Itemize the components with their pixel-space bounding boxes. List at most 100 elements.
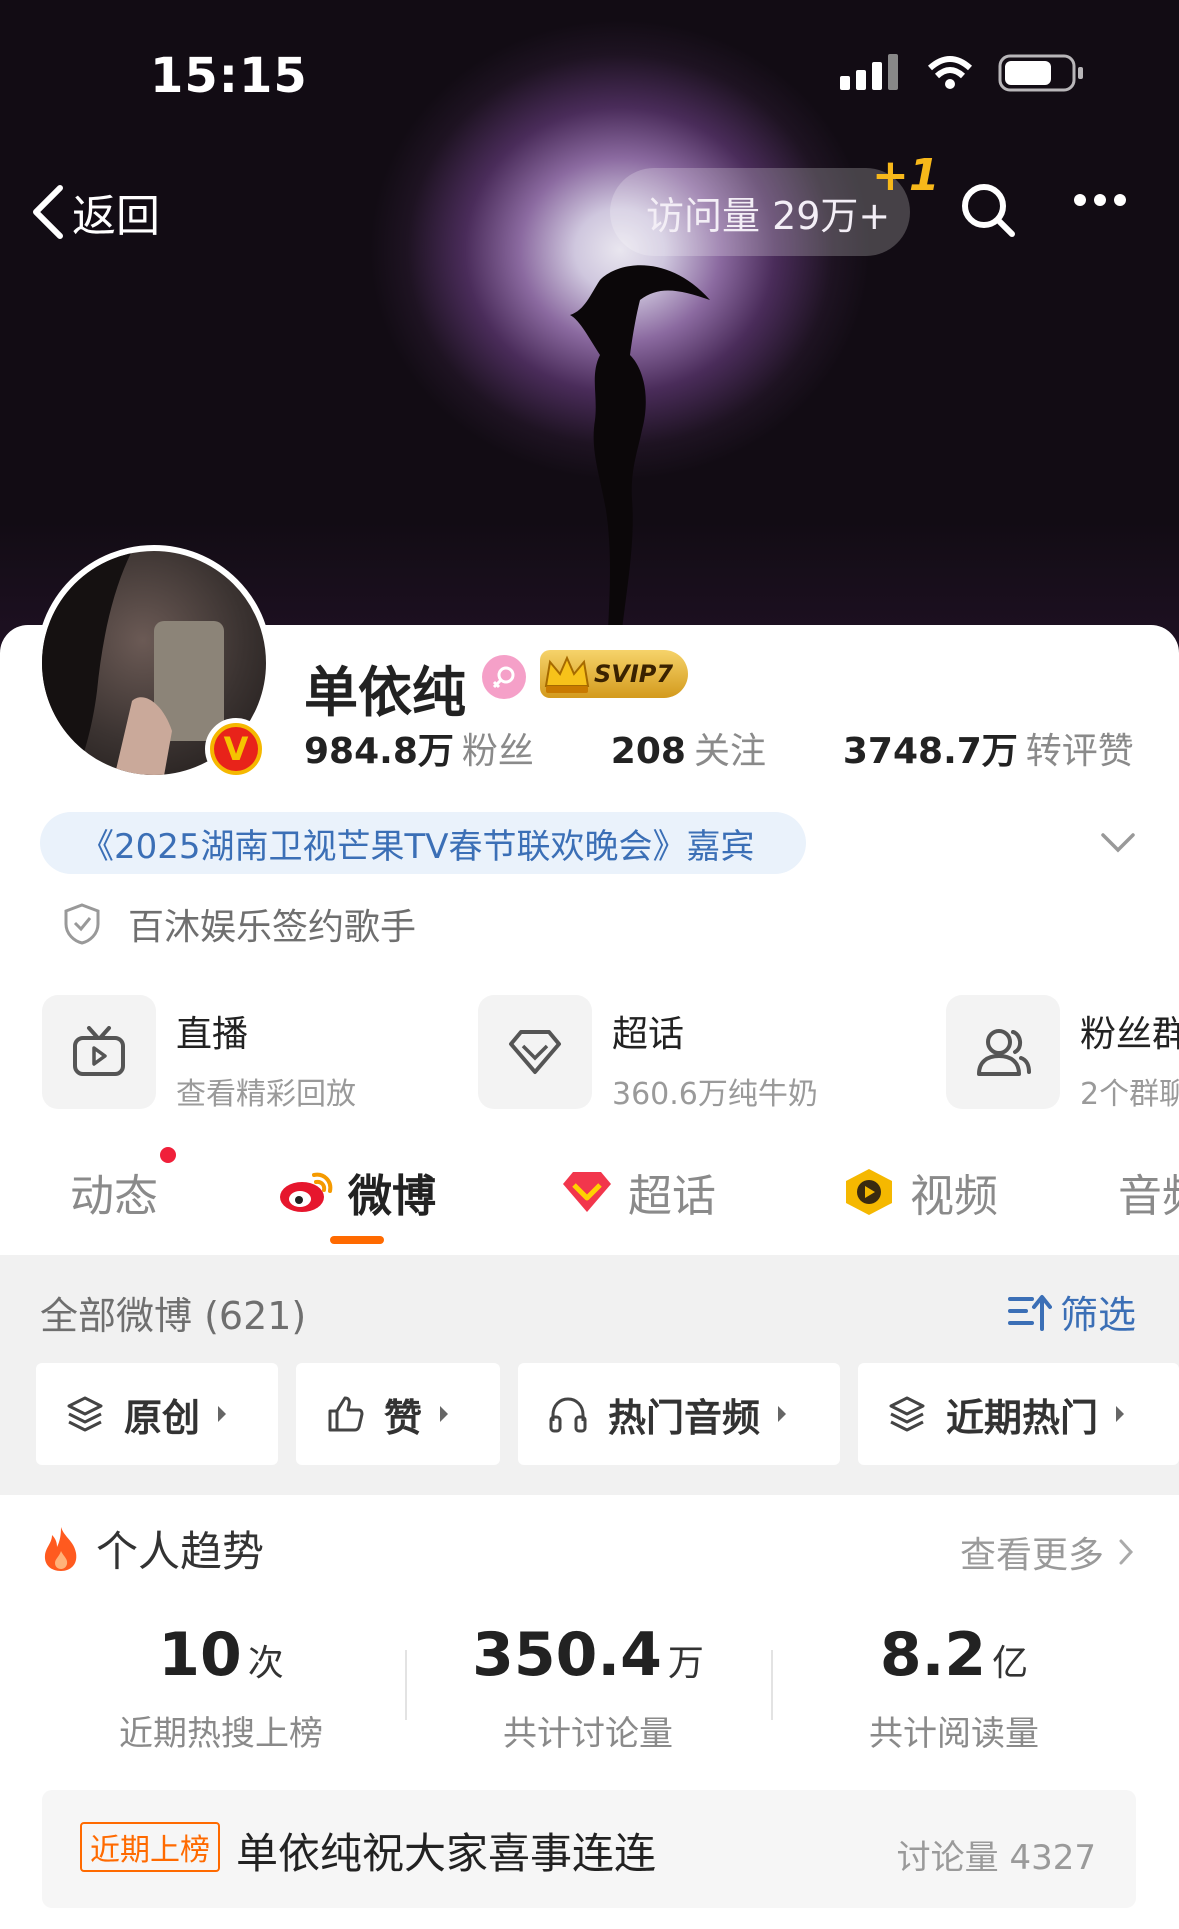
interactions-label: 转评赞 xyxy=(1025,731,1134,772)
headphones-icon xyxy=(549,1397,587,1433)
chevron-right-icon xyxy=(1119,1539,1134,1565)
see-more-label: 查看更多 xyxy=(960,1535,1105,1576)
more-icon[interactable] xyxy=(1072,192,1128,208)
hot-search-tag: 近期上榜 xyxy=(80,1822,220,1872)
search-icon[interactable] xyxy=(960,182,1016,238)
metric-hot-search-label: 近期热搜上榜 xyxy=(119,1714,323,1754)
metric-reads-value: 8.2 xyxy=(879,1620,987,1690)
profile-stats: 984.8万 粉丝 208 关注 3748.7万 转评赞 xyxy=(304,722,1134,774)
tab-video-label: 视频 xyxy=(910,1171,998,1222)
chip-recent-hot[interactable]: 近期热门 xyxy=(858,1363,1179,1465)
tab-weibo-label: 微博 xyxy=(348,1171,436,1222)
entry-super-topic[interactable]: 超话 360.6万纯牛奶 xyxy=(478,995,818,1113)
visit-count: 访问量 29万+ xyxy=(646,193,891,238)
crown-icon xyxy=(544,655,590,693)
entry-live-subtitle: 查看精彩回放 xyxy=(176,1077,356,1112)
visit-count-pill[interactable]: 访问量 29万+ xyxy=(610,168,910,256)
layers-icon xyxy=(889,1396,925,1432)
chevron-left-icon xyxy=(33,185,63,239)
tab-video[interactable]: 视频 xyxy=(842,1160,998,1224)
tab-feed[interactable]: 动态 xyxy=(70,1160,158,1224)
signature-text: 百沐娱乐签约歌手 xyxy=(128,907,417,948)
chevron-down-icon[interactable] xyxy=(1100,832,1136,854)
svip-badge[interactable]: SVIP7 xyxy=(540,650,688,698)
thumb-up-icon xyxy=(328,1396,364,1432)
metric-divider xyxy=(405,1650,407,1720)
unread-dot xyxy=(160,1147,176,1163)
signature-row: 百沐娱乐签约歌手 xyxy=(62,898,416,950)
stat-following[interactable]: 208 关注 xyxy=(611,731,766,772)
cover-silhouette xyxy=(570,265,710,630)
chip-liked[interactable]: 赞 xyxy=(296,1363,500,1465)
followers-label: 粉丝 xyxy=(461,731,534,772)
super-topic-icon xyxy=(563,1172,611,1212)
hot-search-count: 讨论量 4327 xyxy=(896,1838,1096,1878)
chip-original[interactable]: 原创 xyxy=(36,1363,278,1465)
entry-super-topic-icon-box xyxy=(478,995,592,1109)
verified-v-icon: V xyxy=(214,727,258,771)
filter-button[interactable]: 筛选 xyxy=(1008,1284,1136,1339)
interactions-count: 3748.7万 xyxy=(842,731,1018,772)
entry-fan-group-title: 粉丝群 xyxy=(1080,1014,1179,1055)
fire-icon xyxy=(44,1526,77,1571)
entry-super-topic-title: 超话 xyxy=(612,1014,685,1055)
tab-audio[interactable]: 音频 xyxy=(1118,1160,1179,1224)
tv-icon xyxy=(73,1026,125,1076)
chip-recent-hot-label: 近期热门 xyxy=(946,1395,1099,1440)
tab-feed-label: 动态 xyxy=(70,1171,158,1222)
hot-search-text: 单依纯祝大家喜事连连 xyxy=(236,1829,657,1878)
metric-discussion-value: 350.4 xyxy=(472,1620,662,1690)
weibo-count: 全部微博 (621) xyxy=(40,1294,307,1338)
following-label: 关注 xyxy=(693,731,766,772)
caret-right-icon xyxy=(1116,1406,1125,1422)
video-icon xyxy=(846,1169,892,1215)
entry-live-icon-box xyxy=(42,995,156,1109)
entry-fan-group[interactable]: 粉丝群 2个群聊 xyxy=(946,995,1179,1113)
back-label: 返回 xyxy=(72,191,160,242)
female-icon xyxy=(482,655,526,699)
metric-hot-search-value: 10 xyxy=(158,1620,242,1690)
caret-right-icon xyxy=(218,1406,227,1422)
verified-badge: V xyxy=(205,718,267,780)
chip-original-label: 原创 xyxy=(124,1395,201,1440)
shield-icon xyxy=(64,903,100,945)
visit-plus-badge: +1 xyxy=(872,150,940,201)
see-more-link[interactable]: 查看更多 xyxy=(960,1526,1134,1578)
tab-super-topic-label: 超话 xyxy=(628,1171,716,1222)
guest-tag[interactable]: 《2025湖南卫视芒果TV春节联欢晚会》嘉宾 xyxy=(40,812,806,874)
active-tab-indicator xyxy=(330,1236,384,1244)
metric-discussion-unit: 万 xyxy=(667,1643,704,1684)
trend-header: 个人趋势 xyxy=(40,1518,264,1579)
chip-hot-audio-label: 热门音频 xyxy=(608,1395,761,1440)
diamond-icon xyxy=(509,1030,561,1074)
back-button[interactable]: 返回 xyxy=(30,180,160,244)
following-count: 208 xyxy=(610,731,686,772)
stat-interactions[interactable]: 3748.7万 转评赞 xyxy=(843,731,1134,772)
entry-fan-group-icon-box xyxy=(946,995,1060,1109)
chip-hot-audio[interactable]: 热门音频 xyxy=(518,1363,840,1465)
metric-reads-unit: 亿 xyxy=(992,1643,1029,1684)
metric-hot-search[interactable]: 10 次 近期热搜上榜 xyxy=(56,1620,386,1755)
entry-fan-group-subtitle: 2个群聊 xyxy=(1080,1077,1179,1112)
metric-reads-label: 共计阅读量 xyxy=(869,1714,1039,1754)
metric-hot-search-unit: 次 xyxy=(247,1643,284,1684)
layers-icon xyxy=(67,1396,103,1432)
group-icon xyxy=(977,1029,1031,1076)
tab-weibo[interactable]: 微博 xyxy=(278,1160,436,1224)
trend-title: 个人趋势 xyxy=(96,1527,265,1576)
tab-super-topic[interactable]: 超话 xyxy=(560,1160,716,1224)
chip-liked-label: 赞 xyxy=(384,1395,423,1440)
followers-count: 984.8万 xyxy=(304,731,454,772)
entry-super-topic-subtitle: 360.6万纯牛奶 xyxy=(612,1077,818,1112)
svip-label: SVIP7 xyxy=(594,660,674,688)
profile-tabs: 动态 微博 超话 视频 音频 xyxy=(0,1150,1179,1240)
metric-discussion[interactable]: 350.4 万 共计讨论量 xyxy=(423,1620,753,1755)
hot-search-item[interactable]: 近期上榜 单依纯祝大家喜事连连 讨论量 4327 xyxy=(42,1790,1136,1908)
profile-name: 单依纯 xyxy=(304,661,466,724)
caret-right-icon xyxy=(778,1406,787,1422)
status-time: 15:15 xyxy=(150,48,308,104)
tab-audio-label: 音频 xyxy=(1118,1171,1179,1222)
metric-reads[interactable]: 8.2 亿 共计阅读量 xyxy=(789,1620,1119,1755)
stat-followers[interactable]: 984.8万 粉丝 xyxy=(304,731,534,772)
entry-live[interactable]: 直播 查看精彩回放 xyxy=(42,995,356,1113)
